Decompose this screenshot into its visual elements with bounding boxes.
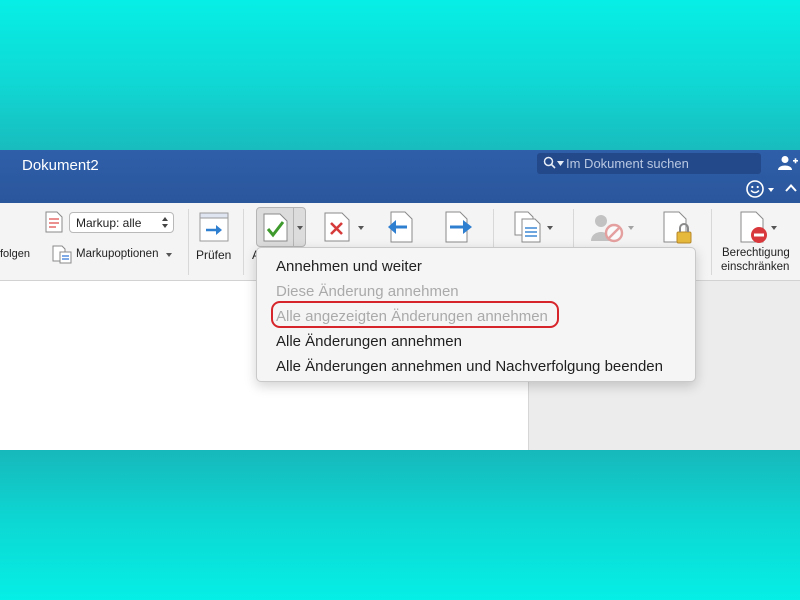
search-input[interactable]: Im Dokument suchen <box>566 156 689 171</box>
menu-item-accept-this-change: Diese Änderung annehmen <box>276 283 459 300</box>
accept-dropdown-menu: Annehmen und weiter Diese Änderung anneh… <box>256 247 696 382</box>
markup-options-button[interactable]: Markupoptionen <box>76 248 158 260</box>
markup-document-icon <box>45 211 63 233</box>
restrict-label-line2[interactable]: einschränken <box>721 261 789 273</box>
menu-item-accept-and-next[interactable]: Annehmen und weiter <box>276 258 422 275</box>
title-bar: Dokument2 Im Dokument suchen <box>0 150 800 203</box>
review-button[interactable]: Prüfen <box>196 248 231 262</box>
markup-options-icon[interactable] <box>52 244 72 264</box>
search-field[interactable]: Im Dokument suchen <box>537 153 761 174</box>
compare-documents-icon[interactable] <box>514 211 542 243</box>
word-window-screenshot: Dokument2 Im Dokument suchen folgen Mark… <box>0 150 800 450</box>
track-changes-label[interactable]: folgen <box>0 248 30 260</box>
decorative-band-top <box>0 0 800 150</box>
markup-display-select[interactable]: Markup: alle <box>69 212 174 233</box>
search-icon[interactable] <box>543 156 557 170</box>
restrict-label-line1[interactable]: Berechtigung <box>722 247 790 259</box>
ribbon-divider <box>188 209 189 275</box>
accept-button[interactable] <box>256 207 306 247</box>
add-user-icon[interactable] <box>778 155 798 171</box>
decorative-band-bottom <box>0 450 800 600</box>
search-dropdown-icon[interactable] <box>557 161 564 166</box>
accept-dropdown-icon[interactable] <box>297 226 303 230</box>
previous-change-icon[interactable] <box>387 211 413 243</box>
document-title: Dokument2 <box>22 157 99 174</box>
restrict-permission-icon[interactable] <box>740 211 770 245</box>
highlight-annotation-ring <box>271 301 559 328</box>
protect-document-icon[interactable] <box>663 211 693 245</box>
menu-item-accept-all-stop-tracking[interactable]: Alle Änderungen annehmen und Nachverfolg… <box>276 358 663 375</box>
select-stepper-icon <box>162 217 168 228</box>
restrict-dropdown-icon[interactable] <box>771 226 777 230</box>
reject-dropdown-icon[interactable] <box>358 226 364 230</box>
block-authors-icon[interactable] <box>590 213 624 243</box>
reject-x-icon[interactable] <box>324 212 350 242</box>
ribbon-divider <box>711 209 712 275</box>
menu-item-accept-all[interactable]: Alle Änderungen annehmen <box>276 333 462 350</box>
checkmark-icon[interactable] <box>263 213 288 242</box>
block-authors-dropdown-icon[interactable] <box>628 226 634 230</box>
markup-select-value: Markup: alle <box>76 216 142 230</box>
compare-dropdown-icon[interactable] <box>547 226 553 230</box>
next-change-icon[interactable] <box>445 211 473 243</box>
smiley-icon[interactable] <box>745 179 777 199</box>
review-pane-icon[interactable] <box>199 212 229 242</box>
chevron-up-icon[interactable] <box>784 181 798 195</box>
dropdown-arrow-icon[interactable] <box>166 253 172 257</box>
ribbon-divider <box>243 209 244 275</box>
split-divider <box>293 208 294 246</box>
